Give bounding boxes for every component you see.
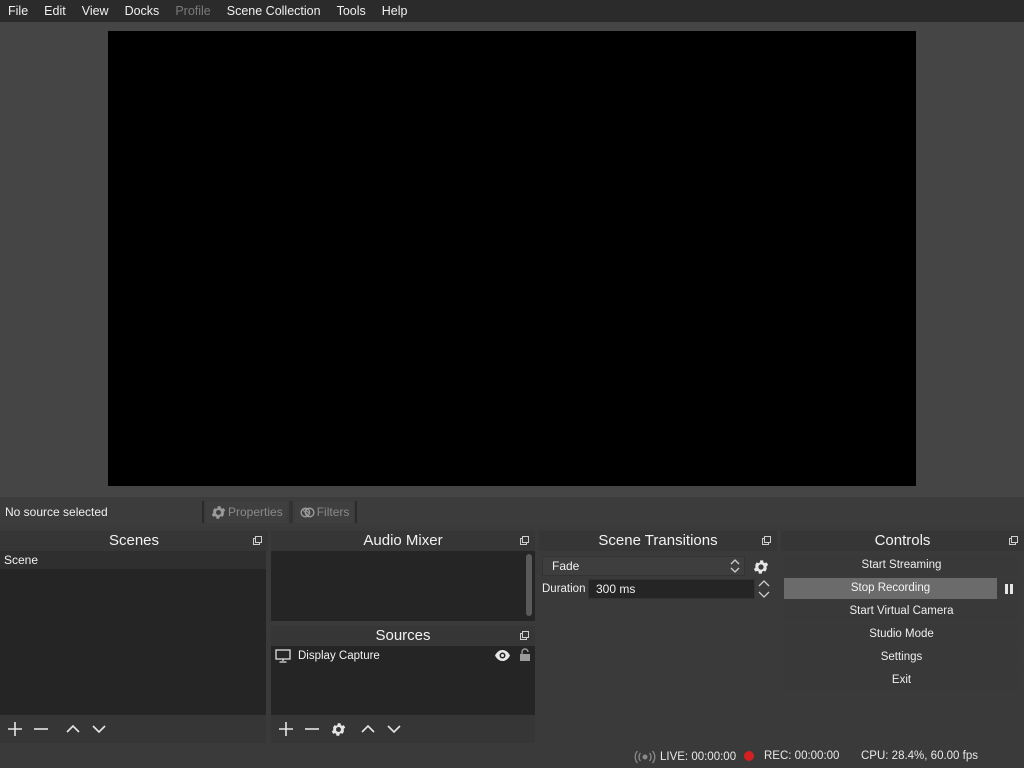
audio-mixer-title: Audio Mixer: [363, 532, 443, 549]
settings-button[interactable]: Settings: [784, 647, 1019, 668]
divider: [288, 501, 293, 523]
live-status: LIVE: 00:00:00: [634, 750, 736, 764]
cpu-fps-readout: CPU: 28.4%, 60.00 fps: [861, 750, 978, 762]
record-indicator-icon: [744, 751, 754, 761]
plus-icon: [8, 722, 22, 736]
sources-dock: Sources Display Capture: [271, 626, 535, 744]
duration-label: Duration: [542, 583, 586, 595]
status-bar: LIVE: 00:00:00 REC: 00:00:00 CPU: 28.4%,…: [0, 744, 1024, 768]
duration-stepper-icon[interactable]: [757, 578, 771, 600]
monitor-icon: [275, 649, 291, 663]
start-streaming-button[interactable]: Start Streaming: [784, 555, 1019, 576]
duration-value: 300 ms: [596, 582, 636, 596]
menu-help[interactable]: Help: [374, 0, 416, 22]
scene-transitions-title: Scene Transitions: [598, 532, 718, 549]
float-dock-icon[interactable]: [1009, 536, 1018, 545]
pause-recording-button[interactable]: [999, 578, 1019, 599]
add-scene-button[interactable]: [2, 717, 28, 741]
start-virtual-camera-button[interactable]: Start Virtual Camera: [784, 601, 1019, 622]
chevron-down-icon: [92, 725, 106, 734]
move-source-up-button[interactable]: [355, 717, 381, 741]
audio-mixer-panel: [271, 551, 535, 621]
move-scene-up-button[interactable]: [60, 717, 86, 741]
minus-icon: [34, 728, 48, 730]
properties-label: Properties: [228, 505, 283, 519]
menu-file[interactable]: File: [0, 0, 36, 22]
transition-select-value: Fade: [552, 559, 580, 573]
chevron-down-icon: [387, 725, 401, 734]
preview-canvas[interactable]: [108, 31, 916, 486]
menu-bar: File Edit View Docks Profile Scene Colle…: [0, 0, 1024, 22]
transition-properties-button[interactable]: [751, 557, 771, 577]
scenes-toolbar: [0, 715, 266, 743]
rec-timer: REC: 00:00:00: [764, 750, 840, 762]
audio-mixer-dock: Audio Mixer: [271, 531, 535, 623]
gear-icon: [753, 560, 769, 574]
float-dock-icon[interactable]: [253, 536, 262, 545]
remove-source-button[interactable]: [299, 717, 325, 741]
float-dock-icon[interactable]: [520, 631, 529, 640]
studio-mode-button[interactable]: Studio Mode: [784, 624, 1019, 645]
broadcast-icon: [634, 750, 656, 764]
scene-transitions-dock: Scene Transitions Fade Duration 300 ms: [539, 531, 777, 744]
scenes-list: Scene: [0, 551, 266, 715]
sources-list: Display Capture: [271, 646, 535, 715]
menu-docks[interactable]: Docks: [117, 0, 168, 22]
sources-title: Sources: [375, 627, 431, 644]
menu-edit[interactable]: Edit: [36, 0, 74, 22]
gear-icon: [211, 505, 226, 519]
pause-icon: [1005, 583, 1013, 594]
remove-scene-button[interactable]: [28, 717, 54, 741]
selected-source-label: No source selected: [5, 505, 108, 519]
move-scene-down-button[interactable]: [86, 717, 112, 741]
gear-icon: [331, 722, 345, 736]
duration-input[interactable]: 300 ms: [588, 579, 755, 599]
menu-tools[interactable]: Tools: [329, 0, 374, 22]
divider: [202, 501, 204, 523]
scenes-dock: Scenes Scene: [0, 531, 268, 744]
select-arrows-icon: [730, 559, 740, 573]
rec-status: REC: 00:00:00: [744, 750, 839, 762]
live-timer: LIVE: 00:00:00: [660, 751, 737, 763]
chevron-up-icon: [66, 724, 80, 733]
add-source-button[interactable]: [273, 717, 299, 741]
cpu-status: CPU: 28.4%, 60.00 fps: [861, 750, 978, 762]
audio-mixer-dock-title: Audio Mixer: [271, 531, 535, 551]
divider: [355, 501, 358, 523]
chevron-up-icon: [361, 724, 375, 733]
source-item[interactable]: Display Capture: [271, 646, 535, 666]
scene-transitions-dock-title: Scene Transitions: [539, 531, 777, 551]
properties-button[interactable]: Properties: [206, 501, 287, 523]
preview-area: [0, 22, 1024, 497]
scene-item[interactable]: Scene: [0, 551, 266, 569]
stop-recording-button[interactable]: Stop Recording: [784, 578, 997, 599]
float-dock-icon[interactable]: [520, 536, 529, 545]
source-item-label: Display Capture: [298, 650, 380, 662]
move-source-down-button[interactable]: [381, 717, 407, 741]
filter-icon: [300, 507, 315, 517]
scenes-dock-title: Scenes: [0, 531, 268, 551]
float-dock-icon[interactable]: [762, 536, 771, 545]
filters-button[interactable]: Filters: [294, 501, 354, 523]
sources-dock-title: Sources: [271, 626, 535, 646]
minus-icon: [305, 728, 319, 730]
audio-mixer-scrollbar[interactable]: [526, 554, 532, 616]
controls-title: Controls: [874, 532, 931, 549]
exit-button[interactable]: Exit: [784, 670, 1019, 691]
menu-view[interactable]: View: [74, 0, 117, 22]
sources-toolbar: [271, 715, 535, 743]
source-properties-button[interactable]: [325, 717, 351, 741]
lock-icon[interactable]: [519, 648, 531, 662]
controls-dock: Controls Start Streaming Stop Recording …: [781, 531, 1024, 744]
filters-label: Filters: [316, 505, 350, 519]
plus-icon: [279, 722, 293, 736]
context-bar: No source selected Properties Filters: [0, 497, 1024, 527]
scenes-title: Scenes: [108, 532, 160, 549]
menu-profile[interactable]: Profile: [167, 0, 218, 22]
menu-scene-collection[interactable]: Scene Collection: [219, 0, 329, 22]
transition-select[interactable]: Fade: [542, 556, 745, 576]
eye-icon[interactable]: [494, 649, 511, 662]
controls-dock-title: Controls: [781, 531, 1024, 551]
